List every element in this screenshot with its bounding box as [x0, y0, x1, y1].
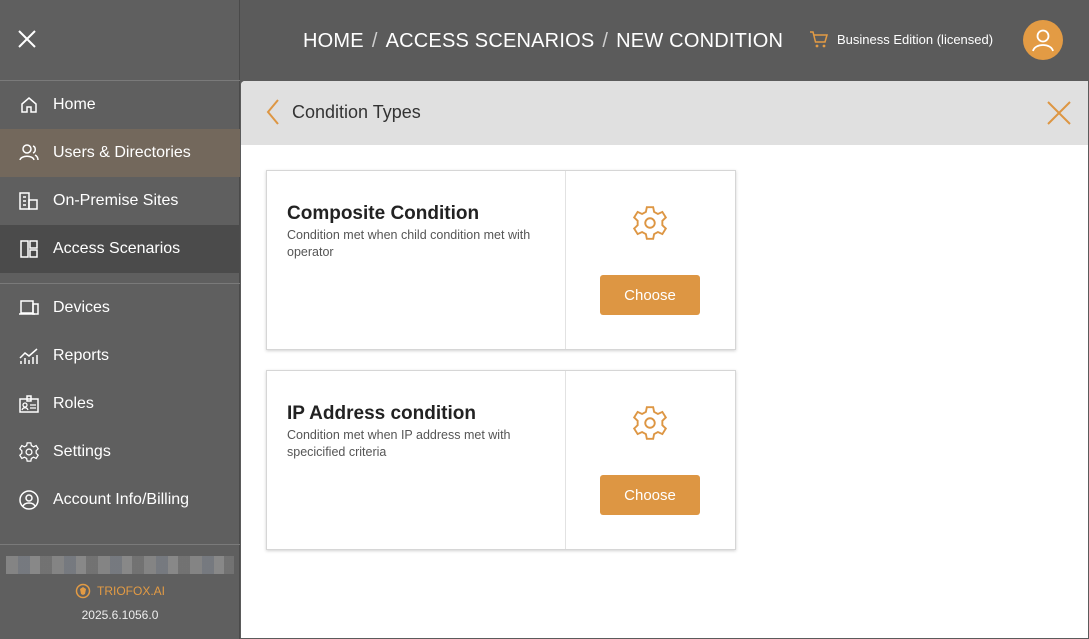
condition-card-composite: Composite Condition Condition met when c…	[266, 170, 736, 350]
version-label: 2025.6.1056.0	[81, 608, 159, 622]
sidebar-item-label: Settings	[53, 443, 111, 460]
sidebar-item-label: On-Premise Sites	[53, 192, 179, 209]
edition-link[interactable]: Business Edition (licensed)	[809, 29, 993, 49]
sidebar-item-home[interactable]: Home	[0, 81, 240, 129]
gear-icon	[18, 441, 40, 463]
card-info: IP Address condition Condition met when …	[267, 371, 566, 549]
card-info: Composite Condition Condition met when c…	[267, 171, 566, 349]
divider	[0, 544, 240, 545]
breadcrumb-home[interactable]: HOME	[303, 30, 364, 52]
sidebar-item-label: Reports	[53, 347, 110, 364]
condition-types-panel: Condition Types Composite Condition Cond…	[241, 81, 1088, 638]
choose-button[interactable]: Choose	[600, 475, 700, 515]
sidebar-item-account-billing[interactable]: Account Info/Billing	[0, 476, 240, 524]
sidebar-item-label: Devices	[53, 299, 110, 316]
brand-name: TRIOFOX.AI	[96, 584, 165, 598]
gear-icon	[632, 406, 668, 440]
close-icon[interactable]	[1046, 100, 1072, 126]
avatar[interactable]	[1023, 20, 1063, 60]
gear-icon	[632, 206, 668, 240]
cart-icon	[810, 31, 828, 48]
card-description: Condition met when child condition met w…	[287, 228, 531, 259]
sidebar-item-on-premise-sites[interactable]: On-Premise Sites	[0, 177, 240, 225]
top-bar: HOME / ACCESS SCENARIOS / NEW CONDITION Busi…	[241, 0, 1089, 81]
id-card-icon	[18, 393, 40, 415]
user-icon	[1032, 29, 1054, 52]
sidebar-item-reports[interactable]: Reports	[0, 332, 240, 380]
blurred-user-info	[6, 556, 234, 574]
sidebar-item-label: Home	[53, 96, 96, 113]
breadcrumb-access-scenarios[interactable]: ACCESS SCENARIOS	[386, 30, 595, 52]
sidebar-item-label: Roles	[53, 395, 94, 412]
panel-header: Condition Types	[241, 81, 1088, 145]
sidebar-item-roles[interactable]: Roles	[0, 380, 240, 428]
layout-icon	[18, 238, 40, 260]
account-icon	[18, 489, 40, 511]
building-icon	[18, 190, 40, 212]
close-menu-icon[interactable]	[14, 26, 40, 52]
chart-icon	[18, 345, 40, 367]
condition-card-ip-address: IP Address condition Condition met when …	[266, 370, 736, 550]
breadcrumb: HOME / ACCESS SCENARIOS / NEW CONDITION	[303, 30, 783, 53]
card-title: IP Address condition	[287, 403, 476, 424]
sidebar-item-access-scenarios[interactable]: Access Scenarios	[0, 225, 240, 273]
sidebar-item-settings[interactable]: Settings	[0, 428, 240, 476]
sidebar-item-users[interactable]: Users & Directories	[0, 129, 240, 177]
breadcrumb-new-condition: NEW CONDITION	[616, 30, 784, 52]
brand-logo: TRIOFOX.AI	[0, 583, 240, 599]
devices-icon	[18, 297, 40, 319]
home-icon	[18, 94, 40, 116]
breadcrumb-separator: /	[371, 30, 378, 52]
sidebar-item-devices[interactable]: Devices	[0, 284, 240, 332]
breadcrumb-separator: /	[602, 30, 609, 52]
sidebar-item-label: Access Scenarios	[53, 240, 181, 257]
edition-label: Business Edition (licensed)	[837, 31, 994, 47]
card-title: Composite Condition	[287, 203, 480, 224]
triofox-logo-icon	[75, 583, 91, 599]
users-icon	[18, 142, 40, 164]
back-arrow-icon[interactable]	[265, 98, 281, 126]
sidebar-item-label: Users & Directories	[53, 144, 191, 161]
panel-title: Condition Types	[292, 102, 421, 122]
card-description: Condition met when IP address met with s…	[287, 428, 511, 459]
sidebar-item-label: Account Info/Billing	[53, 491, 190, 508]
sidebar: Home Users & Directories On-Premise Site…	[0, 0, 240, 639]
choose-button[interactable]: Choose	[600, 275, 700, 315]
